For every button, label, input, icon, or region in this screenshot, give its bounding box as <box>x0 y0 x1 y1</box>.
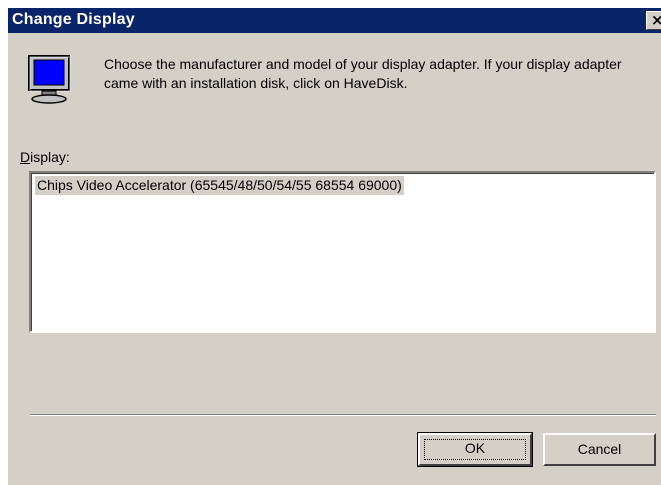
window-title: Change Display <box>12 11 135 28</box>
close-button[interactable]: × <box>646 11 661 30</box>
display-label-mnemonic: D <box>20 149 31 165</box>
title-bar[interactable]: Change Display × <box>8 8 661 33</box>
monitor-icon <box>28 55 71 104</box>
ok-button-label: OK <box>464 440 486 456</box>
ok-button[interactable]: OK <box>417 432 533 467</box>
list-item[interactable]: Chips Video Accelerator (65545/48/50/54/… <box>35 176 404 195</box>
instructions-text: Choose the manufacturer and model of you… <box>104 56 622 91</box>
display-label-text: isplay: <box>30 149 70 165</box>
change-display-dialog: Change Display × Choose the manufacturer… <box>8 8 661 485</box>
close-icon: × <box>651 11 661 29</box>
separator <box>30 414 656 416</box>
display-listbox[interactable]: Chips Video Accelerator (65545/48/50/54/… <box>29 171 656 333</box>
cancel-button[interactable]: Cancel <box>543 433 656 466</box>
cancel-button-label: Cancel <box>577 441 622 457</box>
display-label: Display: <box>20 149 70 165</box>
